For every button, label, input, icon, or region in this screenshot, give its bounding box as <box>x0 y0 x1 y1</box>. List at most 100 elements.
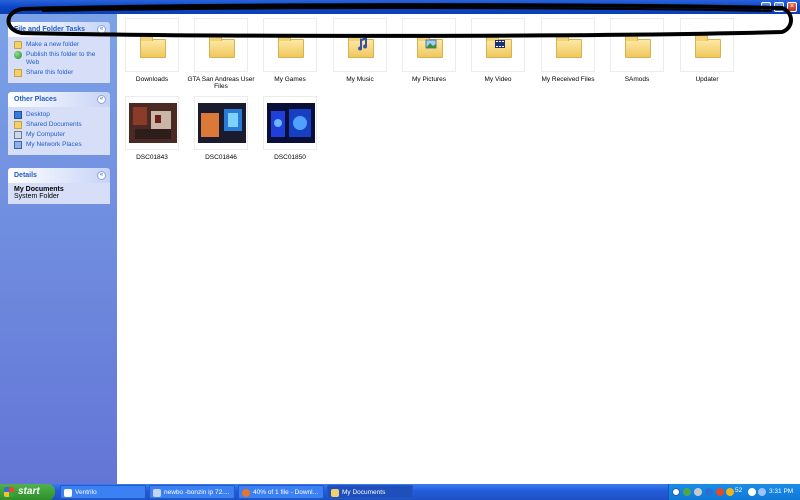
details-header[interactable]: Details « <box>8 168 110 183</box>
folder-my-received-files[interactable]: My Received Files <box>533 18 603 83</box>
folder-my-pictures[interactable]: My Pictures <box>394 18 464 83</box>
photo-thumbnail <box>267 103 315 143</box>
antivirus-icon[interactable] <box>716 488 724 496</box>
window-title-bar[interactable]: _ □ × <box>0 0 800 14</box>
folder-icon <box>695 35 721 58</box>
music-note-icon <box>358 37 368 51</box>
file-folder-tasks-header[interactable]: File and Folder Tasks « <box>8 22 110 37</box>
place-my-computer[interactable]: My Computer <box>14 131 104 139</box>
folder-icon <box>140 35 166 58</box>
network-tray-icon[interactable] <box>683 488 691 496</box>
folder-icon <box>331 489 339 497</box>
folder-my-video[interactable]: My Video <box>463 18 533 83</box>
place-label: Desktop <box>26 111 50 118</box>
task-label: Share this folder <box>26 69 74 76</box>
collapse-icon[interactable]: « <box>97 95 106 104</box>
help-icon[interactable] <box>672 488 680 496</box>
task-publish-folder[interactable]: Publish this folder to the Web <box>14 51 104 67</box>
place-label: Shared Documents <box>26 121 82 128</box>
item-label: DSC01850 <box>274 154 306 161</box>
system-tray: 52 3:31 PM <box>668 484 800 500</box>
details-name: My Documents <box>14 186 64 193</box>
folder-updater[interactable]: Updater <box>672 18 742 83</box>
item-label: DSC01846 <box>205 154 237 161</box>
picture-icon <box>425 39 437 49</box>
folder-downloads[interactable]: Downloads <box>117 18 187 83</box>
task-make-new-folder[interactable]: Make a new folder <box>14 41 104 49</box>
taskbar-item-ventrilo[interactable]: Ventrilo <box>60 485 146 499</box>
maximize-button[interactable]: □ <box>774 2 784 12</box>
file-view[interactable]: Downloads GTA San Andreas User Files My … <box>117 14 800 484</box>
item-label: GTA San Andreas User Files <box>187 76 255 90</box>
start-button[interactable]: start <box>0 484 55 500</box>
panel-title: File and Folder Tasks <box>14 26 86 33</box>
speaker-icon[interactable] <box>694 488 702 496</box>
folder-icon <box>278 35 304 58</box>
folder-samods[interactable]: SAmods <box>602 18 672 83</box>
start-label: start <box>18 486 40 497</box>
ventrilo-icon <box>64 489 72 497</box>
firefox-icon <box>242 489 250 497</box>
item-label: Downloads <box>135 76 169 83</box>
folder-gta-san-andreas-user-files[interactable]: GTA San Andreas User Files <box>186 18 256 90</box>
collapse-icon[interactable]: « <box>97 171 106 180</box>
network-icon <box>14 141 22 149</box>
folder-icon <box>556 35 582 58</box>
film-icon <box>495 40 505 48</box>
folder-icon <box>625 35 651 58</box>
taskbar-item-firefox-download[interactable]: 40% of 1 file - Downl... <box>238 485 324 499</box>
item-label: My Received Files <box>541 76 595 83</box>
collapse-icon[interactable]: « <box>97 25 106 34</box>
taskbar-item-label: Ventrilo <box>75 489 97 496</box>
photo-dsc01843[interactable]: DSC01843 <box>117 96 187 161</box>
photo-dsc01846[interactable]: DSC01846 <box>186 96 256 161</box>
task-pane: File and Folder Tasks « Make a new folde… <box>0 14 117 484</box>
place-label: My Computer <box>26 131 66 138</box>
item-label: Updater <box>695 76 719 83</box>
task-label: Make a new folder <box>26 41 80 48</box>
desktop-icon <box>14 111 22 119</box>
folder-my-music[interactable]: My Music <box>325 18 395 83</box>
minimize-button[interactable]: _ <box>761 2 771 12</box>
folder-icon <box>209 35 235 58</box>
item-label: My Games <box>274 76 306 83</box>
taskbar-item-chat[interactable]: newbo -bonzin ip 72.... <box>149 485 235 499</box>
task-share-folder[interactable]: Share this folder <box>14 69 104 77</box>
other-places-header[interactable]: Other Places « <box>8 92 110 107</box>
folder-my-games[interactable]: My Games <box>255 18 325 83</box>
place-desktop[interactable]: Desktop <box>14 111 104 119</box>
item-label: SAmods <box>624 76 650 83</box>
computer-icon <box>14 131 22 139</box>
share-icon <box>14 69 22 77</box>
photo-dsc01850[interactable]: DSC01850 <box>255 96 325 161</box>
chat-icon <box>153 489 161 497</box>
place-my-network-places[interactable]: My Network Places <box>14 141 104 149</box>
taskbar-item-label: newbo -bonzin ip 72.... <box>164 489 230 496</box>
task-label: Publish this folder to the Web <box>26 51 96 66</box>
globe-icon <box>14 51 22 59</box>
item-label: My Video <box>484 76 512 83</box>
new-folder-icon <box>14 41 22 49</box>
item-label: DSC01843 <box>136 154 168 161</box>
details-panel: Details « My Documents System Folder <box>8 168 110 204</box>
folder-icon <box>14 121 22 129</box>
update-icon[interactable] <box>726 488 734 496</box>
messenger-icon[interactable] <box>758 488 766 496</box>
tray-counter: 52 <box>735 487 743 494</box>
steam-icon[interactable] <box>748 488 756 496</box>
clock[interactable]: 3:31 PM <box>769 488 793 495</box>
close-button[interactable]: × <box>787 2 797 12</box>
other-places-panel: Other Places « Desktop Shared Documents … <box>8 92 110 155</box>
place-shared-documents[interactable]: Shared Documents <box>14 121 104 129</box>
details-type: System Folder <box>14 193 60 200</box>
photo-thumbnail <box>129 103 177 143</box>
taskbar-item-my-documents[interactable]: My Documents <box>327 485 413 499</box>
photo-thumbnail <box>198 103 246 143</box>
taskbar-item-label: My Documents <box>342 489 386 496</box>
taskbar: start Ventrilo newbo -bonzin ip 72.... 4… <box>0 484 800 500</box>
security-shield-icon[interactable] <box>705 488 713 496</box>
item-label: My Pictures <box>412 76 446 83</box>
windows-logo-icon <box>4 487 14 497</box>
panel-title: Other Places <box>14 96 57 103</box>
place-label: My Network Places <box>26 141 82 148</box>
